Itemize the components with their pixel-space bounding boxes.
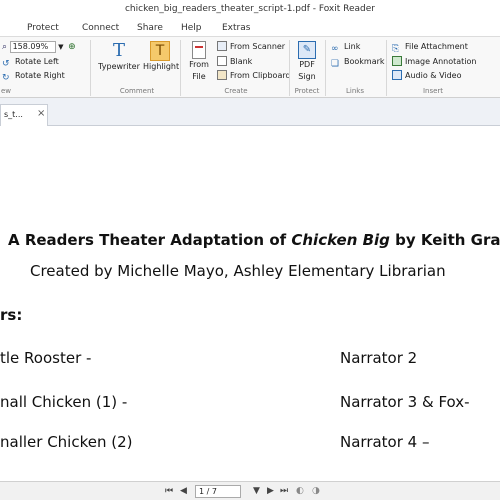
paperclip-icon: ⎘	[392, 44, 400, 54]
character-left: nall Chicken (1) -	[0, 393, 128, 411]
highlight-button[interactable]: T Highlight	[143, 41, 180, 73]
previous-view-icon[interactable]: ◐	[296, 485, 304, 497]
zoom-input[interactable]: 158.09%	[9, 41, 56, 53]
link-label: Link	[344, 42, 361, 51]
divider	[180, 40, 181, 96]
protect-group-label: Protect	[294, 87, 320, 95]
scanner-icon	[217, 41, 227, 51]
clipboard-icon	[217, 70, 227, 80]
zoom-in-icon[interactable]: ⊕	[68, 42, 76, 52]
audio-video-label: Audio & Video	[405, 71, 462, 80]
pen-icon: ✎	[298, 41, 316, 59]
from-file-label-1: From	[189, 60, 209, 69]
page-number-input[interactable]: 1 / 7	[195, 485, 241, 498]
menu-share[interactable]: Share	[137, 20, 163, 36]
file-attachment-label: File Attachment	[405, 42, 468, 51]
menu-extras[interactable]: Extras	[222, 20, 250, 36]
characters-heading: rs:	[0, 306, 23, 324]
character-right: Narrator 2	[340, 349, 418, 367]
blank-label: Blank	[230, 57, 253, 66]
create-group-label: Create	[224, 87, 248, 95]
typewriter-icon: T	[112, 40, 125, 61]
rotate-right-button[interactable]: ↻ Rotate Right	[2, 70, 65, 83]
typewriter-button[interactable]: T Typewriter	[97, 41, 141, 73]
from-file-label-2: File	[192, 72, 206, 81]
blank-button[interactable]: Blank	[217, 56, 252, 68]
menu-protect[interactable]: Protect	[27, 20, 59, 36]
pdf-sign-label-2: Sign	[298, 72, 316, 81]
audio-video-button[interactable]: Audio & Video	[392, 70, 461, 82]
highlight-label: Highlight	[143, 62, 180, 71]
typewriter-label: Typewriter	[98, 62, 140, 71]
from-clipboard-label: From Clipboard	[230, 71, 291, 80]
first-page-icon[interactable]: ⏮	[165, 485, 173, 497]
character-right: Narrator 3 & Fox-	[340, 393, 470, 411]
link-icon: ∞	[331, 44, 339, 54]
title-italic: Chicken Big	[291, 231, 390, 249]
comment-group-label: Comment	[119, 87, 155, 95]
character-left: naller Chicken (2)	[0, 433, 133, 451]
image-annotation-button[interactable]: Image Annotation	[392, 56, 476, 68]
from-clipboard-button[interactable]: From Clipboard	[217, 70, 291, 82]
blank-page-icon	[217, 56, 227, 66]
insert-group-label: Insert	[422, 87, 444, 95]
window-title: chicken_big_readers_theater_script-1.pdf…	[0, 0, 500, 20]
document-credit: Created by Michelle Mayo, Ashley Element…	[30, 262, 446, 280]
links-group-label: Links	[346, 87, 364, 95]
bookmark-label: Bookmark	[344, 57, 385, 66]
file-attachment-button[interactable]: ⎘ File Attachment	[392, 41, 468, 54]
character-right: Narrator 4 –	[340, 433, 430, 451]
document-tab-strip: s_t... ×	[0, 98, 500, 126]
from-file-button[interactable]: From File	[186, 41, 212, 83]
document-tab[interactable]: s_t... ×	[0, 104, 48, 126]
zoom-control[interactable]: ⌕ 158.09% ▼ ⊕	[2, 41, 76, 53]
menu-bar: Protect Connect Share Help Extras	[0, 20, 500, 36]
media-icon	[392, 70, 402, 80]
document-tab-label: s_t...	[4, 110, 23, 119]
file-icon	[192, 41, 206, 59]
divider	[90, 40, 91, 96]
status-bar: ⏮ ◀ 1 / 7 ▼ ▶ ⏭ ◐ ◑	[0, 481, 500, 500]
title-pre: A Readers Theater Adaptation of	[8, 231, 292, 249]
document-title: A Readers Theater Adaptation of Chicken …	[8, 231, 500, 249]
from-scanner-button[interactable]: From Scanner	[217, 41, 285, 53]
title-post: by Keith Grave	[395, 231, 500, 249]
last-page-icon[interactable]: ⏭	[280, 485, 288, 497]
ribbon-toolbar: ⌕ 158.09% ▼ ⊕ ↺ Rotate Left ↻ Rotate Right…	[0, 36, 500, 98]
rotate-left-button[interactable]: ↺ Rotate Left	[2, 56, 59, 69]
bookmark-button[interactable]: ❏ Bookmark	[331, 56, 385, 69]
image-icon	[392, 56, 402, 66]
highlight-icon: T	[150, 41, 170, 61]
next-view-icon[interactable]: ◑	[312, 485, 320, 497]
pdf-sign-button[interactable]: ✎ PDF Sign	[293, 41, 321, 83]
view-group-label: ew	[0, 87, 12, 95]
next-page-icon[interactable]: ▶	[267, 485, 274, 497]
rotate-right-label: Rotate Right	[15, 71, 65, 80]
bookmark-icon: ❏	[331, 59, 340, 69]
rotate-left-label: Rotate Left	[15, 57, 59, 66]
chevron-down-icon[interactable]: ▼	[58, 43, 63, 51]
page-dropdown-icon[interactable]: ▼	[253, 485, 260, 497]
menu-help[interactable]: Help	[181, 20, 202, 36]
link-button[interactable]: ∞ Link	[331, 41, 361, 54]
rotate-left-icon: ↺	[2, 59, 10, 69]
menu-connect[interactable]: Connect	[82, 20, 119, 36]
previous-page-icon[interactable]: ◀	[180, 485, 187, 497]
close-icon[interactable]: ×	[37, 108, 45, 119]
image-annotation-label: Image Annotation	[405, 57, 477, 66]
document-page: A Readers Theater Adaptation of Chicken …	[0, 126, 500, 481]
character-left: tle Rooster -	[0, 349, 92, 367]
from-scanner-label: From Scanner	[230, 42, 286, 51]
pdf-sign-label-1: PDF	[299, 60, 315, 69]
rotate-right-icon: ↻	[2, 73, 10, 83]
zoom-icon: ⌕	[2, 42, 8, 52]
